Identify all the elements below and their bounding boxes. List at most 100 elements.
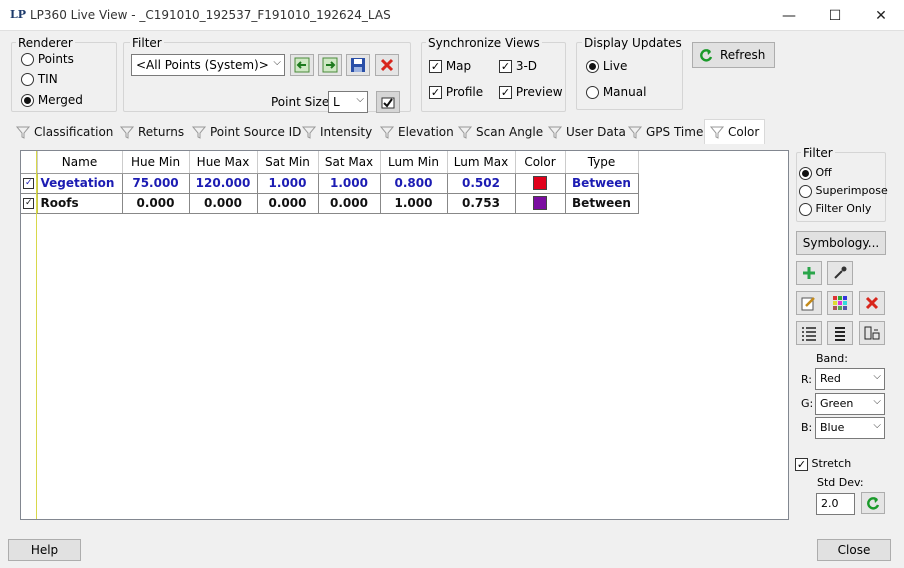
- band-b-label: B:: [801, 421, 813, 434]
- renderer-option-points[interactable]: Points: [21, 52, 74, 66]
- cell-sat-min[interactable]: 0.000: [257, 193, 319, 214]
- right-filter-label: Filter: [801, 146, 835, 160]
- renderer-option-merged[interactable]: Merged: [21, 93, 83, 107]
- save-filter-button[interactable]: [346, 54, 370, 76]
- minimize-button[interactable]: —: [766, 0, 812, 31]
- edit-rule-button[interactable]: [796, 291, 822, 315]
- tab-elevation[interactable]: Elevation: [380, 121, 454, 143]
- column-header-color[interactable]: Color: [515, 151, 566, 174]
- check-all-button[interactable]: [796, 321, 822, 345]
- cell-color[interactable]: [515, 173, 566, 194]
- display-manual-option[interactable]: Manual: [586, 85, 646, 99]
- column-header-sat-max[interactable]: Sat Max: [318, 151, 381, 174]
- import-filter-button[interactable]: [290, 54, 314, 76]
- cell-lum-max[interactable]: 0.502: [447, 173, 516, 194]
- sync-profile-checkbox[interactable]: ✓ Profile: [429, 85, 483, 99]
- add-rule-button[interactable]: [796, 261, 822, 285]
- column-header-name[interactable]: Name: [37, 151, 123, 174]
- export-filter-button[interactable]: [318, 54, 342, 76]
- point-size-select[interactable]: L ⌵: [328, 91, 368, 113]
- refresh-icon: [700, 49, 713, 62]
- import-export-button[interactable]: [859, 321, 885, 345]
- column-header-hue-min[interactable]: Hue Min: [122, 151, 190, 174]
- filter-off-option[interactable]: Off: [799, 166, 832, 180]
- stretch-checkbox[interactable]: ✓ Stretch: [795, 457, 851, 471]
- cell-sat-min[interactable]: 1.000: [257, 173, 319, 194]
- cell-hue-max[interactable]: 120.000: [189, 173, 258, 194]
- cell-lum-min[interactable]: 0.800: [380, 173, 448, 194]
- sync-preview-checkbox[interactable]: ✓ Preview: [499, 85, 563, 99]
- cell-hue-min[interactable]: 75.000: [122, 173, 190, 194]
- band-g-select[interactable]: Green ⌵: [815, 393, 885, 415]
- color-swatch[interactable]: [533, 176, 547, 191]
- color-grid-button[interactable]: [827, 291, 853, 315]
- tab-gps-time[interactable]: GPS Time: [628, 121, 703, 143]
- tab-intensity[interactable]: Intensity: [302, 121, 372, 143]
- cell-lum-min[interactable]: 1.000: [380, 193, 448, 214]
- band-b-select[interactable]: Blue ⌵: [815, 417, 885, 439]
- close-window-button[interactable]: ✕: [858, 0, 904, 31]
- tab-point-source-id[interactable]: Point Source ID: [192, 121, 301, 143]
- column-header-hue-max[interactable]: Hue Max: [189, 151, 258, 174]
- column-header-type[interactable]: Type: [565, 151, 639, 174]
- filter-label: Filter: [130, 36, 164, 50]
- tab-scan-angle[interactable]: Scan Angle: [458, 121, 543, 143]
- filter-only-option[interactable]: Filter Only: [799, 202, 871, 216]
- radio-tin[interactable]: [21, 73, 34, 86]
- sync-3d-checkbox[interactable]: ✓ 3-D: [499, 59, 537, 73]
- maximize-button[interactable]: ☐: [812, 0, 858, 31]
- sync-map-checkbox[interactable]: ✓ Map: [429, 59, 471, 73]
- table-row[interactable]: ✓ Roofs 0.000 0.000 0.000 0.000 1.000 0.…: [21, 193, 639, 214]
- color-swatch[interactable]: [533, 196, 547, 211]
- radio-points[interactable]: [21, 53, 34, 66]
- cell-sat-max[interactable]: 0.000: [318, 193, 381, 214]
- eyedropper-button[interactable]: [827, 261, 853, 285]
- cell-lum-max[interactable]: 0.753: [447, 193, 516, 214]
- tab-color[interactable]: Color: [704, 119, 765, 144]
- cell-hue-min[interactable]: 0.000: [122, 193, 190, 214]
- cell-sat-max[interactable]: 1.000: [318, 173, 381, 194]
- cell-color[interactable]: [515, 193, 566, 214]
- tab-classification[interactable]: Classification: [16, 121, 113, 143]
- window-title: LP360 Live View - _C191010_192537_F19101…: [30, 8, 391, 22]
- tab-returns[interactable]: Returns: [120, 121, 184, 143]
- list-view-button[interactable]: [827, 321, 853, 345]
- refresh-button[interactable]: Refresh: [692, 42, 775, 68]
- close-button[interactable]: Close: [817, 539, 891, 561]
- app-logo: LP: [10, 8, 27, 21]
- renderer-option-tin[interactable]: TIN: [21, 72, 58, 86]
- funnel-icon: [192, 126, 206, 139]
- eyedropper-icon: [834, 266, 847, 279]
- column-header-sat-min[interactable]: Sat Min: [257, 151, 319, 174]
- delete-filter-button[interactable]: [375, 54, 399, 76]
- cell-type[interactable]: Between: [565, 173, 639, 194]
- column-header-lum-max[interactable]: Lum Max: [447, 151, 516, 174]
- funnel-icon: [380, 126, 394, 139]
- color-filter-table-panel: Name Hue Min Hue Max Sat Min Sat Max Lum…: [20, 150, 789, 520]
- point-size-toggle-button[interactable]: [376, 91, 400, 113]
- table-row[interactable]: ✓ Vegetation 75.000 120.000 1.000 1.000 …: [21, 173, 639, 194]
- radio-merged[interactable]: [21, 94, 34, 107]
- symbology-button[interactable]: Symbology...: [796, 231, 886, 255]
- std-dev-input[interactable]: 2.0: [816, 493, 855, 515]
- band-r-select[interactable]: Red ⌵: [815, 368, 885, 390]
- std-dev-refresh-button[interactable]: [861, 492, 885, 514]
- chevron-down-icon: ⌵: [356, 94, 364, 105]
- sync-views-group: [421, 42, 566, 112]
- cell-name[interactable]: Vegetation: [37, 173, 123, 194]
- filter-superimpose-option[interactable]: Superimpose: [799, 184, 888, 198]
- column-header-lum-min[interactable]: Lum Min: [380, 151, 448, 174]
- cell-type[interactable]: Between: [565, 193, 639, 214]
- tab-user-data[interactable]: User Data: [548, 121, 626, 143]
- delete-rule-button[interactable]: [859, 291, 885, 315]
- funnel-icon: [302, 126, 316, 139]
- cell-hue-max[interactable]: 0.000: [189, 193, 258, 214]
- cell-name[interactable]: Roofs: [37, 193, 123, 214]
- help-button[interactable]: Help: [8, 539, 81, 561]
- display-live-option[interactable]: Live: [586, 59, 627, 73]
- transfer-icon: [864, 326, 880, 340]
- filter-select[interactable]: <All Points (System)> ⌵: [131, 54, 285, 76]
- row-enable-checkbox[interactable]: ✓: [23, 178, 35, 189]
- edit-pencil-icon: [801, 297, 815, 311]
- row-enable-checkbox[interactable]: ✓: [23, 198, 35, 209]
